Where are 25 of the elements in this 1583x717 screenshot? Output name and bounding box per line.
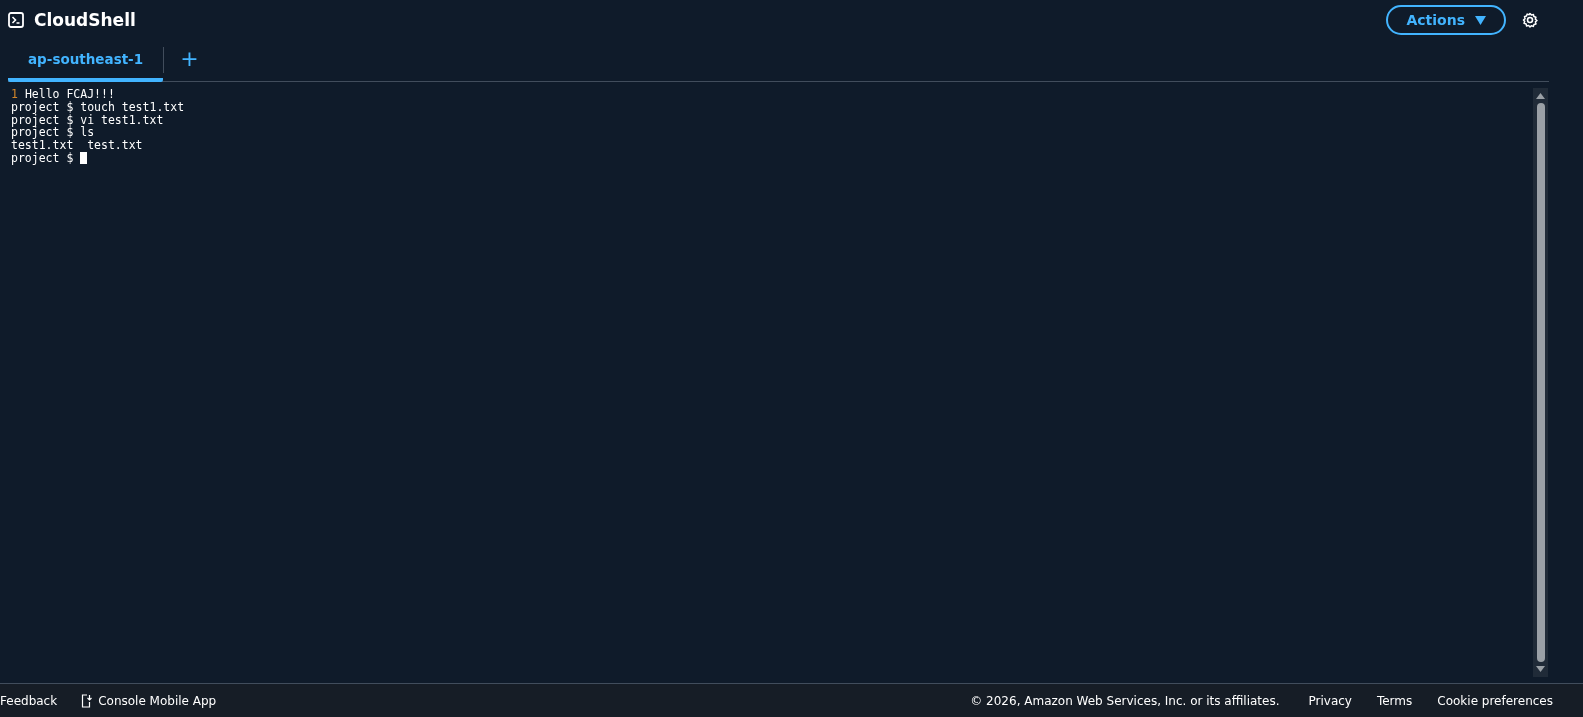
scrollbar[interactable] bbox=[1533, 88, 1548, 677]
terminal-prompt: project $ bbox=[11, 151, 75, 165]
caret-icon bbox=[1475, 15, 1486, 25]
terminal-line: project $ touch test1.txt bbox=[11, 99, 185, 114]
line-number: 1 bbox=[11, 87, 18, 101]
footer-link[interactable]: Privacy bbox=[1308, 693, 1352, 708]
terminal-line: test1.txt test.txt bbox=[11, 138, 143, 153]
settings-icon[interactable] bbox=[1522, 12, 1538, 28]
app-title: CloudShell bbox=[34, 10, 137, 30]
terminal-line: project $ vi test1.txt bbox=[11, 112, 164, 127]
footer-link[interactable]: Cookie preferences bbox=[1437, 693, 1553, 708]
terminal-line: project $ ls bbox=[11, 125, 95, 140]
terminal-line: Hello FCAJ!!! bbox=[24, 87, 115, 101]
mobile-app-link[interactable]: Console Mobile App bbox=[98, 693, 217, 708]
scroll-up-icon[interactable] bbox=[1536, 93, 1545, 99]
new-tab-button[interactable]: + bbox=[164, 40, 215, 81]
scroll-down-icon[interactable] bbox=[1536, 666, 1545, 672]
footer-link[interactable]: Terms bbox=[1376, 693, 1413, 708]
copyright-text: © 2026, Amazon Web Services, Inc. or its affiliates. bbox=[970, 693, 1280, 708]
feedback-link[interactable]: Feedback bbox=[0, 693, 58, 708]
phone-download-icon bbox=[81, 693, 93, 708]
terminal-icon bbox=[8, 12, 24, 28]
region-tab[interactable]: ap-southeast-1 bbox=[8, 40, 164, 82]
actions-button[interactable]: Actions bbox=[1386, 5, 1506, 35]
text-cursor bbox=[80, 152, 88, 164]
